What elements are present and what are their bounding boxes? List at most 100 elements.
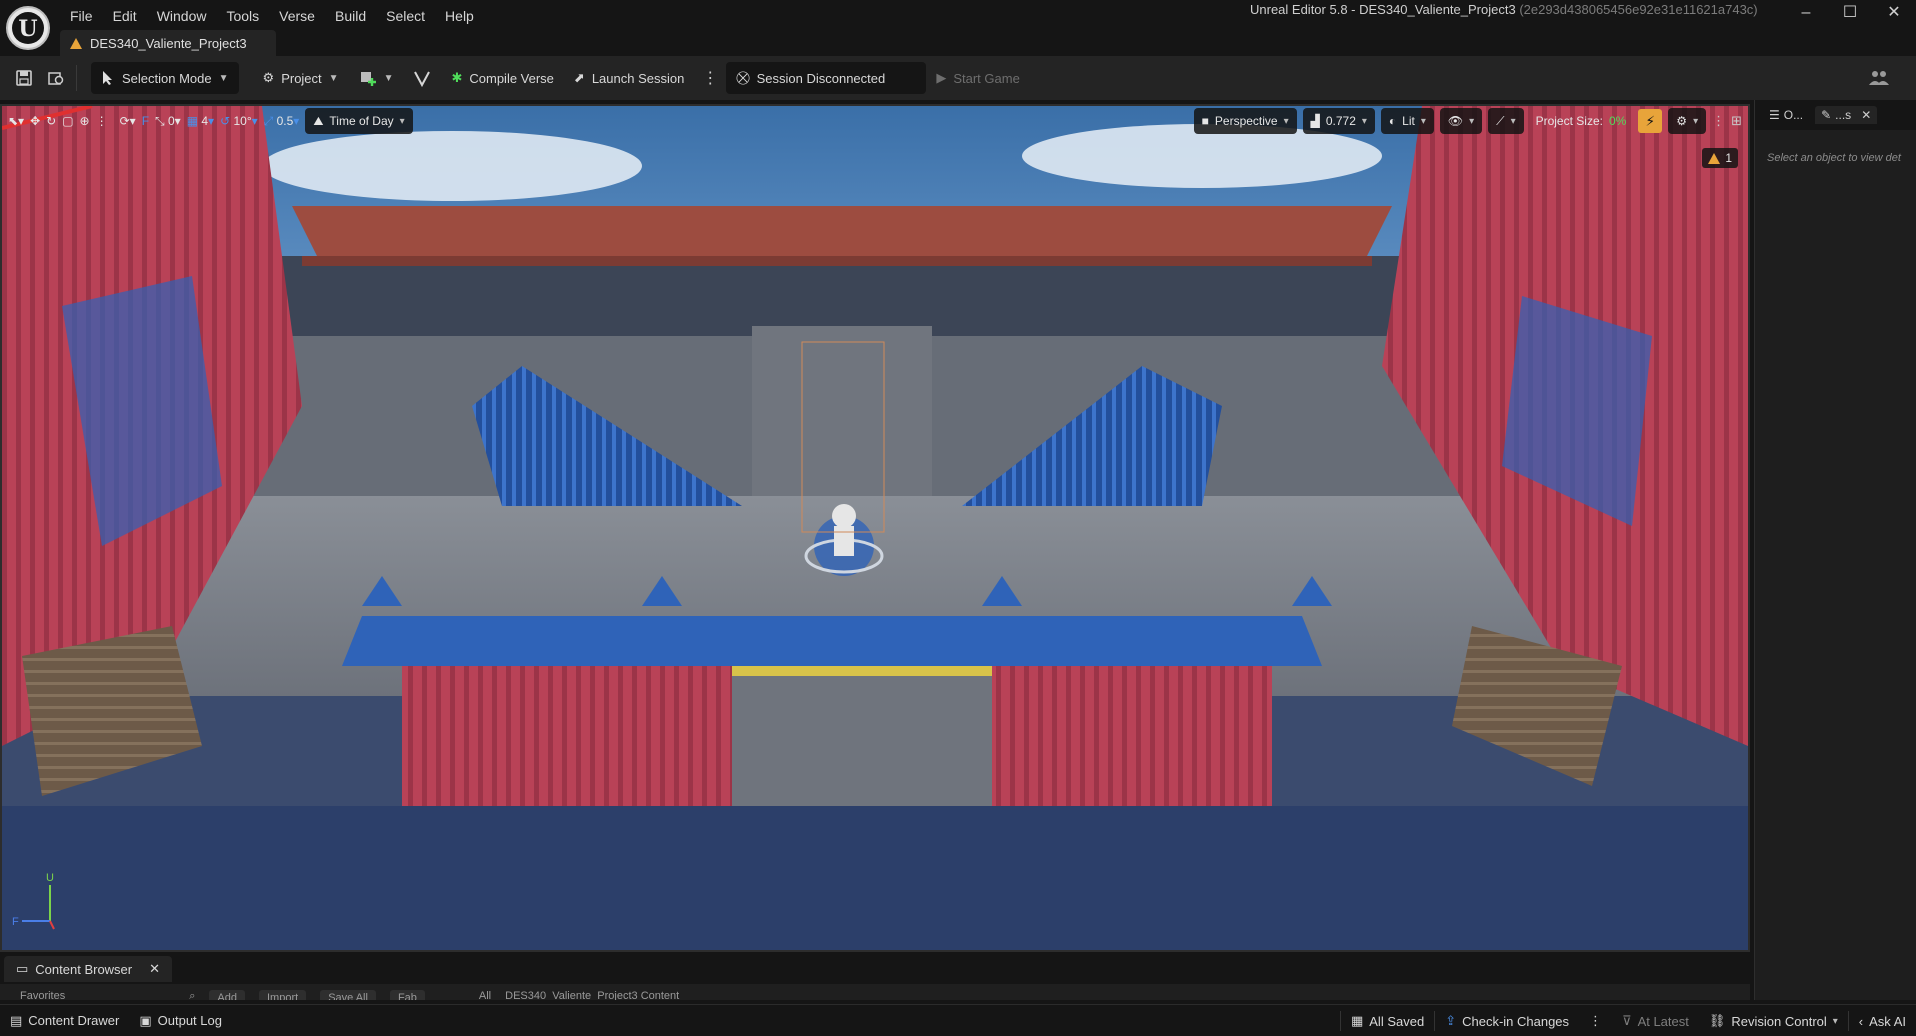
menu-window[interactable]: Window (147, 4, 217, 28)
maximize-button[interactable]: ☐ (1828, 0, 1872, 28)
verse-button[interactable] (403, 62, 441, 94)
status-more-icon[interactable]: ⋮ (1579, 1007, 1612, 1035)
menu-tools[interactable]: Tools (216, 4, 269, 28)
menu-help[interactable]: Help (435, 4, 484, 28)
rotation-snap-value: 10° (233, 114, 252, 128)
scale-snap[interactable]: ⤢ 0.5▾ (264, 114, 300, 129)
window-controls: – ☐ ✕ (1784, 0, 1916, 28)
sun-icon: ⛰ (313, 113, 324, 128)
scale-tool-icon[interactable]: ▢ (62, 114, 73, 128)
viewport-scene[interactable] (2, 106, 1748, 950)
layout-icon[interactable]: ⊞ (1731, 113, 1742, 129)
selection-mode-button[interactable]: Selection Mode ▼ (91, 62, 239, 94)
favorites-toggle[interactable]: Favorites (20, 990, 65, 1000)
time-of-day-button[interactable]: ⛰ Time of Day ▾ (305, 108, 413, 134)
check-in-button[interactable]: ⇪ Check-in Changes (1435, 1007, 1579, 1035)
warning-count: 1 (1725, 151, 1732, 165)
output-log-label: Output Log (157, 1013, 222, 1028)
revision-control-icon: ⛓ (1708, 1013, 1726, 1028)
menu-verse[interactable]: Verse (269, 4, 325, 28)
minimize-button[interactable]: – (1784, 0, 1828, 28)
chevron-down-icon: ▾ (1283, 115, 1289, 127)
perspective-button[interactable]: ■ Perspective ▾ (1193, 108, 1297, 134)
save-all-button[interactable]: Save All (320, 990, 376, 1000)
play-icon: ▶ (936, 70, 947, 85)
path-content[interactable]: DES340_Valiente_Project3 Content (505, 990, 679, 1000)
move-tool-icon[interactable]: ✥ (30, 114, 40, 128)
fab-button[interactable]: Fab (389, 990, 425, 1000)
snap-tools: ⟳▾ F ⤡ 0▾ ▦ 4▾ ↺ 10°▾ ⤢ 0.5▾ (114, 108, 306, 134)
main-toolbar: Selection Mode ▼ ⚙ Project ▼ ▼ ✱ Compile… (0, 56, 1916, 100)
snap-value: 0 (167, 113, 175, 128)
tab-details[interactable]: ✎ ...s ✕ (1815, 106, 1878, 124)
warning-icon (70, 37, 82, 49)
lit-button[interactable]: ◐ Lit ▾ (1380, 108, 1434, 134)
browse-icon[interactable] (40, 62, 72, 94)
all-saved-button[interactable]: ▦ All Saved (1341, 1007, 1434, 1035)
eye-icon: 👁 (1447, 114, 1464, 128)
more-options-icon[interactable]: ⋮ (694, 62, 726, 94)
camera-speed-button[interactable]: ▟ 0.772 ▾ (1302, 108, 1375, 134)
viewport-toolbar: ⬉▾ ✥ ↻ ▢ ⊕ ⋮ ⟳▾ F ⤡ 0▾ ▦ 4▾ ↺ 10°▾ ⤢ 0.5… (2, 106, 1748, 136)
launch-icon: ⬈ (573, 70, 585, 85)
snap-toggle[interactable]: ⤡ 0▾ (155, 114, 181, 129)
surface-snap-icon[interactable]: ⟳▾ (120, 114, 136, 128)
tab-outliner[interactable]: ☰ O... (1763, 106, 1809, 124)
close-window-button[interactable]: ✕ (1872, 0, 1916, 28)
session-status[interactable]: ⛒ Session Disconnected (726, 62, 927, 94)
project-tab[interactable]: DES340_Valiente_Project3 (60, 30, 276, 56)
more-tools-icon[interactable]: ⋮ (96, 114, 108, 128)
close-tab-icon[interactable]: ✕ (1861, 108, 1871, 122)
viewport-more-icon[interactable]: ⋮ (1712, 113, 1725, 129)
project-size-value: 0% (1608, 114, 1627, 128)
snap-f-icon[interactable]: F (142, 114, 149, 128)
gear-icon: ⚙ (1676, 114, 1688, 128)
warnings-badge[interactable]: 1 (1702, 148, 1738, 168)
output-log-button[interactable]: ▣ Output Log (129, 1007, 232, 1035)
path-all[interactable]: All (479, 990, 491, 1000)
close-tab-icon[interactable]: ✕ (149, 961, 160, 977)
add-button[interactable]: Add (209, 990, 245, 1000)
menu-select[interactable]: Select (376, 4, 435, 28)
chevron-down-icon: ▾ (1510, 115, 1516, 127)
chevron-down-icon: ▼ (218, 72, 229, 84)
chevron-down-icon: ▾ (1693, 115, 1699, 127)
show-button[interactable]: 👁 ▾ (1439, 108, 1483, 134)
settings-button[interactable]: ⚙ ▾ (1668, 108, 1707, 134)
revision-control-button[interactable]: ⛓ Revision Control ▾ (1699, 1007, 1848, 1035)
performance-icon[interactable]: ⚡ (1638, 109, 1663, 133)
menu-edit[interactable]: Edit (103, 4, 147, 28)
rotation-snap[interactable]: ↺ 10°▾ (220, 114, 258, 128)
import-button[interactable]: Import (259, 990, 307, 1000)
sync-icon: ⊽ (1622, 1013, 1632, 1028)
unreal-logo-icon[interactable]: U (6, 6, 50, 50)
menu-build[interactable]: Build (325, 4, 376, 28)
rotate-tool-icon[interactable]: ↻ (46, 114, 56, 128)
grid-snap[interactable]: ▦ 4▾ (187, 114, 214, 128)
add-actor-button[interactable]: ▼ (349, 62, 404, 94)
launch-session-button[interactable]: ⬈ Launch Session (564, 62, 694, 94)
menu-file[interactable]: File (60, 4, 103, 28)
level-viewport[interactable]: ⬉▾ ✥ ↻ ▢ ⊕ ⋮ ⟳▾ F ⤡ 0▾ ▦ 4▾ ↺ 10°▾ ⤢ 0.5… (0, 104, 1750, 952)
compile-verse-button[interactable]: ✱ Compile Verse (441, 62, 563, 94)
collaboration-icon[interactable] (1864, 62, 1896, 94)
start-game-button[interactable]: ▶ Start Game (926, 62, 1029, 94)
project-size: Project Size: 0% (1530, 108, 1633, 134)
tab-content-browser[interactable]: ▭ Content Browser ✕ (4, 956, 173, 982)
content-drawer-button[interactable]: ▤ Content Drawer (0, 1007, 129, 1035)
disconnected-icon: ⛒ (736, 70, 750, 85)
realtime-button[interactable]: ⟋ ▾ (1488, 108, 1524, 134)
axis-up-label: U (46, 872, 54, 884)
perspective-label: Perspective (1214, 114, 1278, 128)
save-status-icon: ▦ (1350, 1013, 1364, 1028)
ask-ai-button[interactable]: ‹ Ask AI (1849, 1007, 1916, 1035)
project-button[interactable]: ⚙ Project ▼ (253, 62, 349, 94)
camera-speed-value: 0.772 (1325, 114, 1356, 128)
select-tool-icon[interactable]: ⬉▾ (8, 114, 24, 128)
viewport-right-tools: ■ Perspective ▾ ▟ 0.772 ▾ ◐ Lit ▾ 👁 ▾ ⟋ … (1193, 108, 1742, 134)
world-space-icon[interactable]: ⊕ (80, 114, 90, 128)
search-icon[interactable]: ⌕ (189, 990, 195, 1000)
save-icon[interactable] (8, 62, 40, 94)
details-empty-hint: Select an object to view det (1767, 152, 1901, 164)
tab-outliner-label: O... (1783, 108, 1804, 122)
